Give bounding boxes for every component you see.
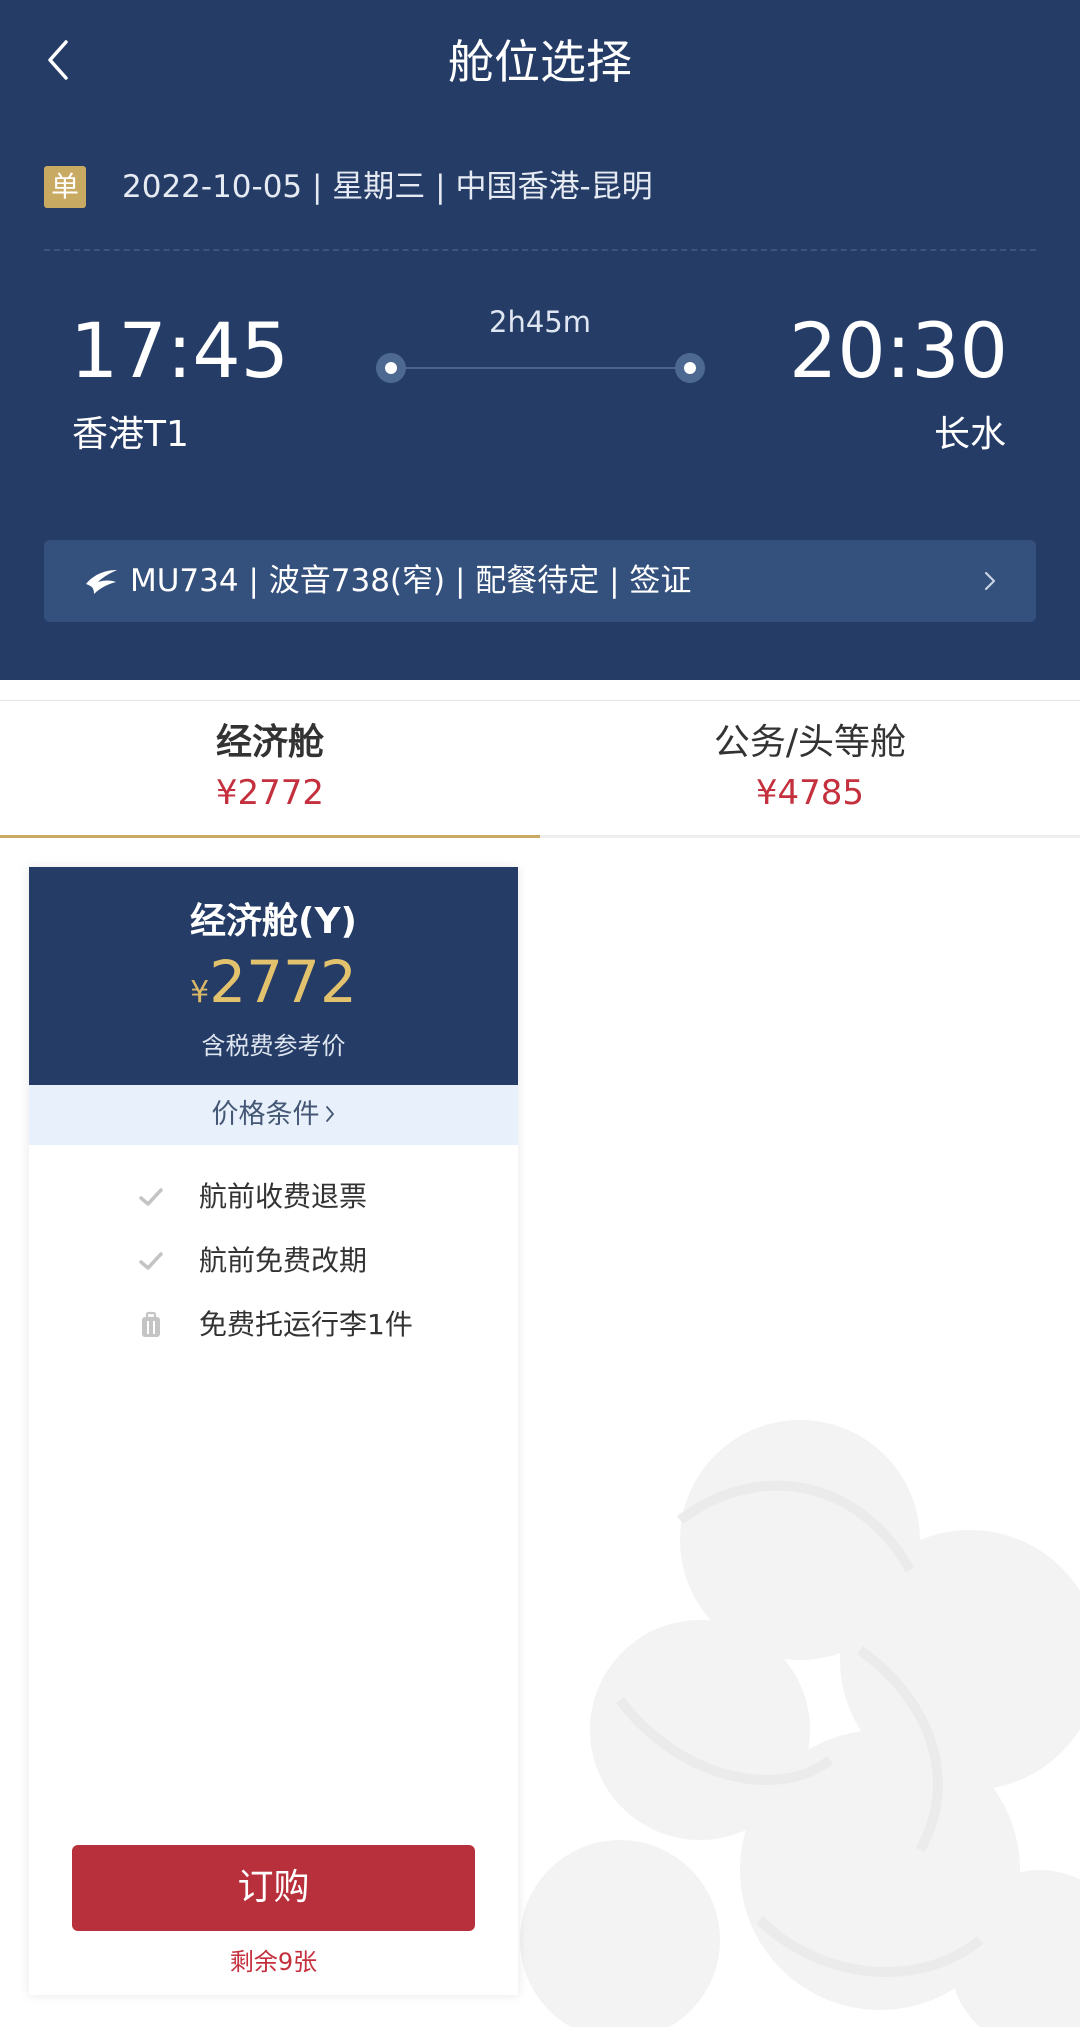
flight-details: MU734 | 波音738(窄) | 配餐待定 | 签证 <box>130 563 692 599</box>
route-line <box>390 367 690 369</box>
tab-business-price: ¥4785 <box>755 773 865 813</box>
feature-text: 免费托运行李1件 <box>199 1308 413 1341</box>
cabin-tabs: 经济舱 ¥2772 公务/头等舱 ¥4785 <box>0 700 1080 838</box>
feature-refund: 航前收费退票 <box>137 1175 367 1219</box>
arrival-dot <box>675 353 705 383</box>
chevron-right-icon <box>984 571 996 591</box>
trip-info: 2022-10-05 | 星期三 | 中国香港-昆明 <box>122 169 653 205</box>
price-note: 含税费参考价 <box>201 1032 346 1060</box>
page-title: 舱位选择 <box>448 35 632 89</box>
feature-change: 航前免费改期 <box>137 1239 367 1283</box>
check-icon <box>139 1252 163 1270</box>
floral-watermark <box>520 1420 1080 2027</box>
fare-card-header: 经济舱(Y) ¥2772 含税费参考价 <box>29 867 518 1085</box>
trip-summary: 单 2022-10-05 | 星期三 | 中国香港-昆明 <box>44 165 653 209</box>
departure-airport: 香港T1 <box>72 414 189 455</box>
buy-button[interactable]: 订购 <box>72 1845 475 1931</box>
departure-time: 17:45 <box>70 306 290 395</box>
tab-economy-label: 经济舱 <box>215 722 324 763</box>
remaining-tickets: 剩余9张 <box>229 1948 318 1976</box>
one-way-badge: 单 <box>44 166 86 208</box>
flight-header: 舱位选择 单 2022-10-05 | 星期三 | 中国香港-昆明 17:45 … <box>0 0 1080 680</box>
price-conditions-label: 价格条件 <box>211 1099 320 1130</box>
active-tab-indicator <box>0 835 540 838</box>
arrival-time: 20:30 <box>788 306 1008 395</box>
feature-text: 航前免费改期 <box>199 1244 368 1277</box>
flight-details-bar[interactable]: MU734 | 波音738(窄) | 配餐待定 | 签证 <box>44 540 1036 622</box>
feature-text: 航前收费退票 <box>199 1180 368 1213</box>
departure-dot <box>376 353 406 383</box>
tab-business-first[interactable]: 公务/头等舱 ¥4785 <box>540 701 1080 835</box>
cabin-name: 经济舱(Y) <box>190 901 357 942</box>
tab-business-label: 公务/头等舱 <box>713 722 907 763</box>
price-conditions-link[interactable]: 价格条件 <box>29 1085 518 1145</box>
check-icon <box>139 1188 163 1206</box>
fare-card: 经济舱(Y) ¥2772 含税费参考价 价格条件 航前收费退票 航前免费改期 免… <box>29 867 518 1995</box>
flight-duration: 2h45m <box>489 305 591 339</box>
fare-price: ¥2772 <box>29 949 518 1030</box>
chevron-right-icon <box>325 1106 334 1122</box>
luggage-icon <box>142 1311 160 1337</box>
divider <box>44 249 1036 251</box>
tab-economy[interactable]: 经济舱 ¥2772 <box>0 701 540 838</box>
feature-luggage: 免费托运行李1件 <box>137 1303 413 1347</box>
arrival-airport: 长水 <box>933 414 1006 455</box>
price-amount: 2772 <box>209 948 357 1016</box>
tab-economy-price: ¥2772 <box>215 773 325 813</box>
airline-logo-icon <box>86 570 117 594</box>
currency-symbol: ¥ <box>190 975 210 1010</box>
